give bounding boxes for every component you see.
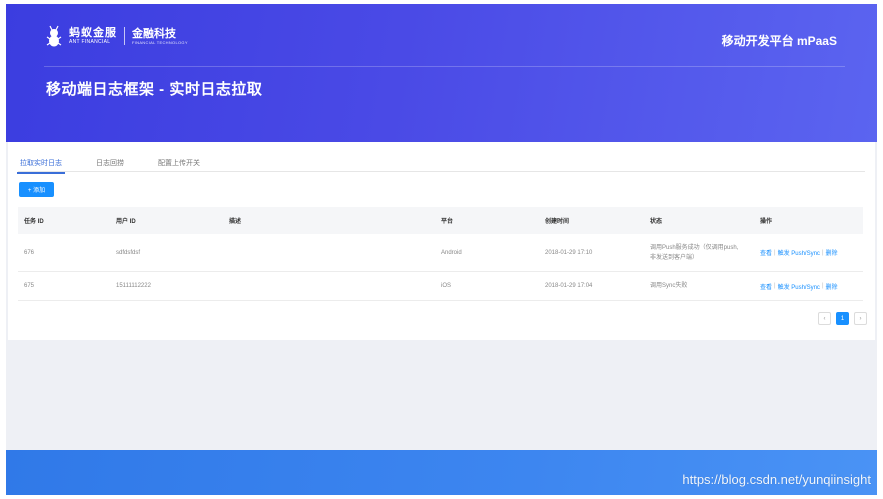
cell-task-id: 676 bbox=[24, 249, 35, 256]
next-page-button[interactable]: › bbox=[854, 312, 867, 325]
cell-created-time: 2018-01-29 17:10 bbox=[545, 249, 593, 256]
cell-user-id: sdfdsfdsf bbox=[116, 249, 141, 256]
col-platform: 平台 bbox=[441, 219, 454, 225]
view-link[interactable]: 查看 bbox=[760, 248, 772, 257]
task-table: 任务 ID 用户 ID 描述 平台 创建时间 状态 操作 676 sdfdsfd… bbox=[18, 207, 863, 301]
col-description: 描述 bbox=[229, 219, 242, 225]
status-line-1: 调用Push服务成功（仅调用push, bbox=[650, 244, 739, 251]
col-status: 状态 bbox=[650, 219, 663, 225]
fintech-text: 金融科技 FINANCIAL TECHNOLOGY bbox=[132, 28, 188, 45]
brand-text: 蚂蚁金服 ANT FINANCIAL bbox=[69, 27, 117, 45]
col-created-time: 创建时间 bbox=[545, 219, 570, 225]
action-separator: | bbox=[821, 283, 824, 289]
ant-logo-icon bbox=[44, 24, 64, 48]
fintech-cn: 金融科技 bbox=[132, 27, 176, 40]
logo[interactable]: 蚂蚁金服 ANT FINANCIAL 金融科技 FINANCIAL TECHNO… bbox=[44, 24, 188, 48]
prev-page-button[interactable]: ‹ bbox=[818, 312, 831, 325]
col-user-id: 用户 ID bbox=[116, 219, 136, 225]
col-actions: 操作 bbox=[760, 219, 773, 225]
cell-created-time: 2018-01-29 17:04 bbox=[545, 283, 593, 289]
cell-status: 调用Push服务成功（仅调用push, 非发送到客户端） bbox=[650, 243, 760, 263]
trigger-push-sync-link[interactable]: 触发 Push/Sync bbox=[778, 282, 820, 291]
status-line-1: 调用Sync失败 bbox=[650, 283, 688, 289]
cell-platform: iOS bbox=[441, 283, 452, 289]
header-banner: 蚂蚁金服 ANT FINANCIAL 金融科技 FINANCIAL TECHNO… bbox=[6, 4, 877, 142]
action-separator: | bbox=[774, 249, 776, 256]
add-button[interactable]: + 添加 bbox=[19, 182, 54, 197]
header-divider bbox=[44, 66, 845, 67]
col-task-id: 任务 ID bbox=[24, 219, 44, 225]
table-row: 675 15111112222 iOS 2018-01-29 17:04 调用S… bbox=[18, 272, 863, 301]
cell-user-id: 15111112222 bbox=[116, 283, 151, 289]
brand-cn: 蚂蚁金服 bbox=[69, 27, 117, 39]
cell-actions: 查看 | 触发 Push/Sync | 删除 bbox=[760, 282, 863, 291]
content-card: 拉取实时日志 日志回捞 配置上传开关 + 添加 任务 ID 用户 ID 描述 平… bbox=[8, 142, 875, 340]
brand-en: ANT FINANCIAL bbox=[69, 39, 111, 45]
delete-link[interactable]: 删除 bbox=[826, 282, 838, 291]
delete-link[interactable]: 删除 bbox=[826, 248, 838, 257]
trigger-push-sync-link[interactable]: 触发 Push/Sync bbox=[778, 248, 820, 257]
action-separator: | bbox=[821, 249, 824, 256]
table-row: 676 sdfdsfdsf Android 2018-01-29 17:10 调… bbox=[18, 234, 863, 272]
status-line-2: 非发送到客户端） bbox=[650, 254, 699, 261]
cell-actions: 查看 | 触发 Push/Sync | 删除 bbox=[760, 248, 863, 258]
brand-divider bbox=[124, 27, 125, 45]
page-1-button[interactable]: 1 bbox=[836, 312, 849, 325]
app-frame: 蚂蚁金服 ANT FINANCIAL 金融科技 FINANCIAL TECHNO… bbox=[6, 4, 877, 495]
fintech-en: FINANCIAL TECHNOLOGY bbox=[132, 39, 188, 45]
action-separator: | bbox=[774, 283, 776, 289]
tab-divider bbox=[18, 171, 865, 172]
pagination: ‹ 1 › bbox=[813, 312, 867, 325]
table-header: 任务 ID 用户 ID 描述 平台 创建时间 状态 操作 bbox=[18, 207, 863, 234]
cell-platform: Android bbox=[441, 249, 462, 256]
watermark: https://blog.csdn.net/yunqiinsight bbox=[682, 472, 871, 487]
view-link[interactable]: 查看 bbox=[760, 282, 772, 291]
cell-status: 调用Sync失败 bbox=[650, 281, 760, 291]
platform-name[interactable]: 移动开发平台 mPaaS bbox=[722, 32, 837, 49]
page-title: 移动端日志框架 - 实时日志拉取 bbox=[46, 81, 263, 98]
cell-task-id: 675 bbox=[24, 283, 35, 289]
